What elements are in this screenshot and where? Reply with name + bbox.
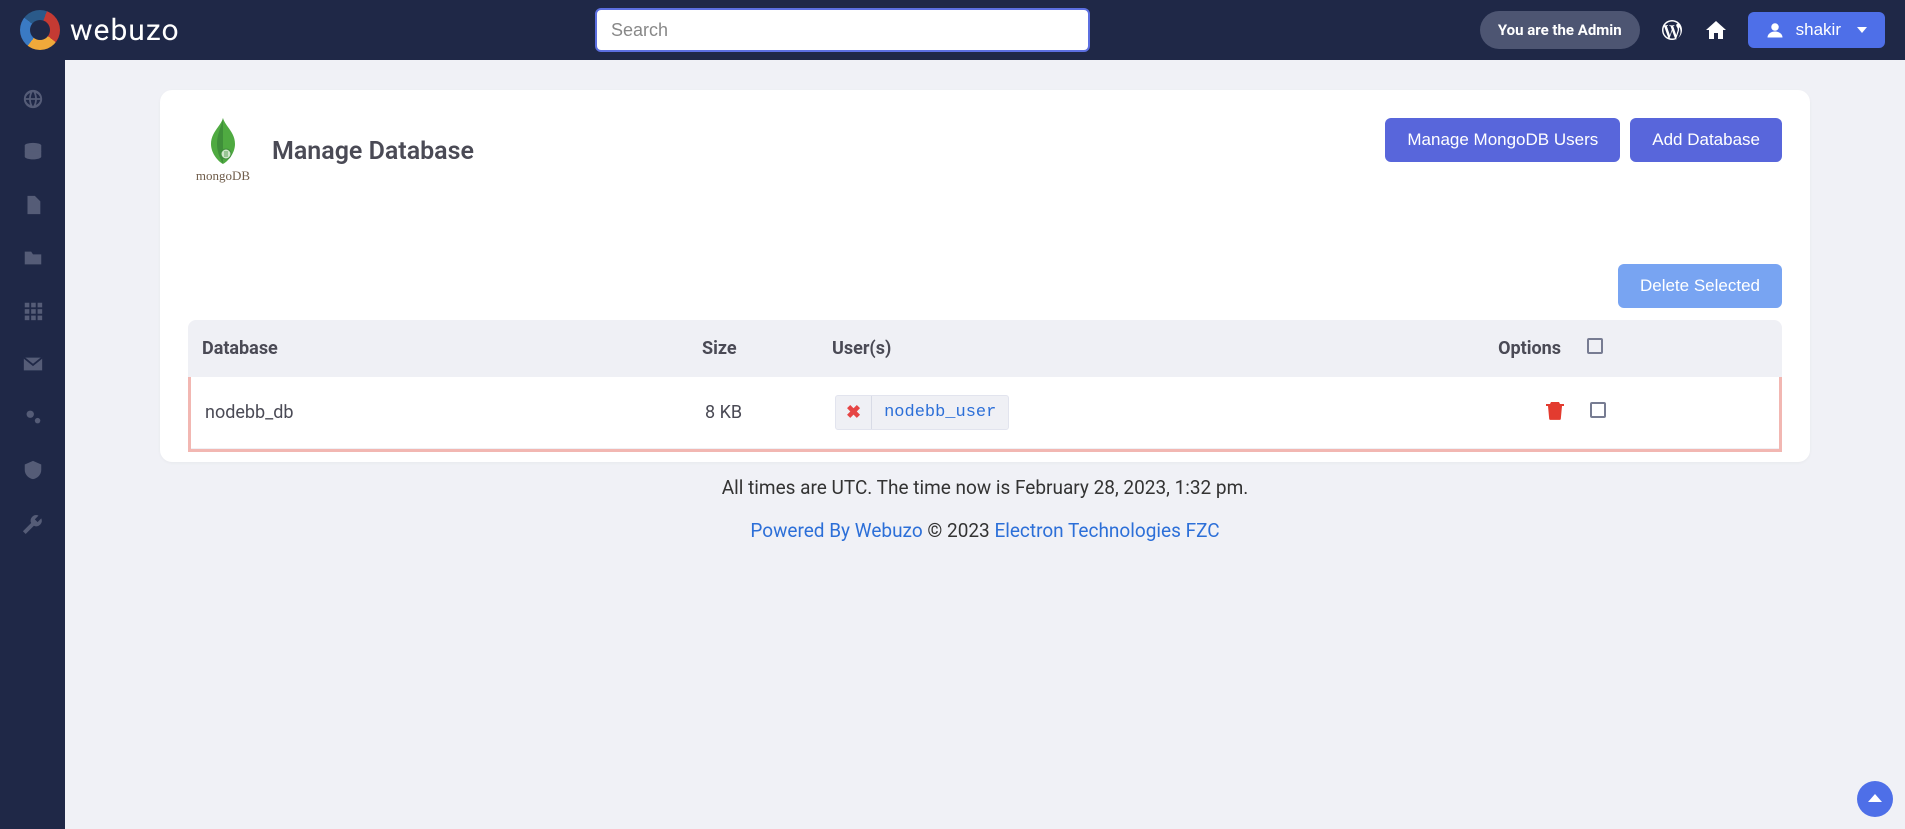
sidebar-item-folder[interactable] [0, 231, 65, 284]
footer-copyright: © 2023 [923, 519, 995, 542]
sidebar-item-database[interactable] [0, 125, 65, 178]
title-row: mongoDB Manage Database [188, 118, 474, 184]
sidebar-item-security[interactable] [0, 443, 65, 496]
select-all-checkbox[interactable] [1587, 338, 1603, 354]
table-body-highlight: nodebb_db 8 KB ✖ nodebb_user [188, 377, 1782, 452]
col-header-size: Size [702, 338, 832, 359]
topbar-right: You are the Admin shakir [1480, 11, 1885, 49]
footer: All times are UTC. The time now is Febru… [160, 476, 1810, 542]
trash-icon [1546, 400, 1564, 420]
mail-icon [22, 353, 44, 375]
caret-down-icon [1857, 25, 1867, 35]
user-name: shakir [1796, 20, 1841, 40]
chevron-up-icon [1867, 791, 1883, 807]
row-checkbox[interactable] [1590, 402, 1606, 418]
cell-options [1295, 400, 1570, 425]
powered-by-link[interactable]: Powered By Webuzo [750, 519, 922, 542]
shield-icon [22, 459, 44, 481]
user-pill: ✖ nodebb_user [835, 395, 1009, 430]
file-icon [22, 194, 44, 216]
topbar: webuzo You are the Admin shakir [0, 0, 1905, 60]
sidebar [0, 60, 65, 829]
manage-mongodb-users-button[interactable]: Manage MongoDB Users [1385, 118, 1620, 162]
database-icon [22, 141, 44, 163]
wordpress-icon[interactable] [1660, 18, 1684, 42]
mongodb-logo-text: mongoDB [188, 168, 258, 184]
user-icon [1766, 21, 1784, 39]
globe-icon [22, 88, 44, 110]
main-content: mongoDB Manage Database Manage MongoDB U… [65, 60, 1905, 542]
search-input[interactable] [595, 8, 1090, 52]
mongodb-leaf-icon [207, 118, 239, 164]
sidebar-item-apps[interactable] [0, 284, 65, 337]
delete-selected-button[interactable]: Delete Selected [1618, 264, 1782, 308]
footer-credits: Powered By Webuzo © 2023 Electron Techno… [160, 519, 1810, 542]
sidebar-item-file[interactable] [0, 178, 65, 231]
sidebar-item-mail[interactable] [0, 337, 65, 390]
table-row: nodebb_db 8 KB ✖ nodebb_user [191, 377, 1779, 449]
delete-row-button[interactable] [1546, 400, 1564, 420]
footer-time-line: All times are UTC. The time now is Febru… [160, 476, 1810, 499]
user-link[interactable]: nodebb_user [872, 397, 1008, 428]
sidebar-item-tools[interactable] [0, 496, 65, 549]
cell-users: ✖ nodebb_user [835, 395, 1295, 430]
company-link[interactable]: Electron Technologies FZC [994, 519, 1219, 542]
col-header-options: Options [1292, 338, 1567, 359]
database-card: mongoDB Manage Database Manage MongoDB U… [160, 90, 1810, 462]
col-header-checkbox [1567, 338, 1622, 359]
table-header-row: Database Size User(s) Options [188, 320, 1782, 377]
brand-name: webuzo [70, 13, 180, 48]
remove-user-icon[interactable]: ✖ [836, 396, 872, 429]
folder-icon [22, 247, 44, 269]
card-header: mongoDB Manage Database Manage MongoDB U… [188, 118, 1782, 184]
user-menu-button[interactable]: shakir [1748, 12, 1885, 48]
cell-database: nodebb_db [205, 402, 705, 423]
cell-checkbox [1570, 402, 1625, 423]
home-icon[interactable] [1704, 18, 1728, 42]
add-database-button[interactable]: Add Database [1630, 118, 1782, 162]
sidebar-item-globe[interactable] [0, 72, 65, 125]
mongodb-logo: mongoDB [188, 118, 258, 184]
col-header-users: User(s) [832, 338, 1292, 359]
cell-size: 8 KB [705, 402, 835, 423]
search-container [595, 8, 1090, 52]
wrench-icon [22, 512, 44, 534]
gears-icon [22, 406, 44, 428]
scroll-to-top-button[interactable] [1857, 781, 1893, 817]
header-buttons: Manage MongoDB Users Add Database [1385, 118, 1782, 162]
page-title: Manage Database [272, 137, 474, 166]
sidebar-item-settings[interactable] [0, 390, 65, 443]
apps-grid-icon [22, 300, 44, 322]
admin-badge: You are the Admin [1480, 11, 1640, 49]
table-toolbar: Delete Selected [188, 264, 1782, 308]
col-header-database: Database [202, 338, 702, 359]
brand-logo-mark [20, 10, 60, 50]
brand-logo[interactable]: webuzo [20, 10, 180, 50]
